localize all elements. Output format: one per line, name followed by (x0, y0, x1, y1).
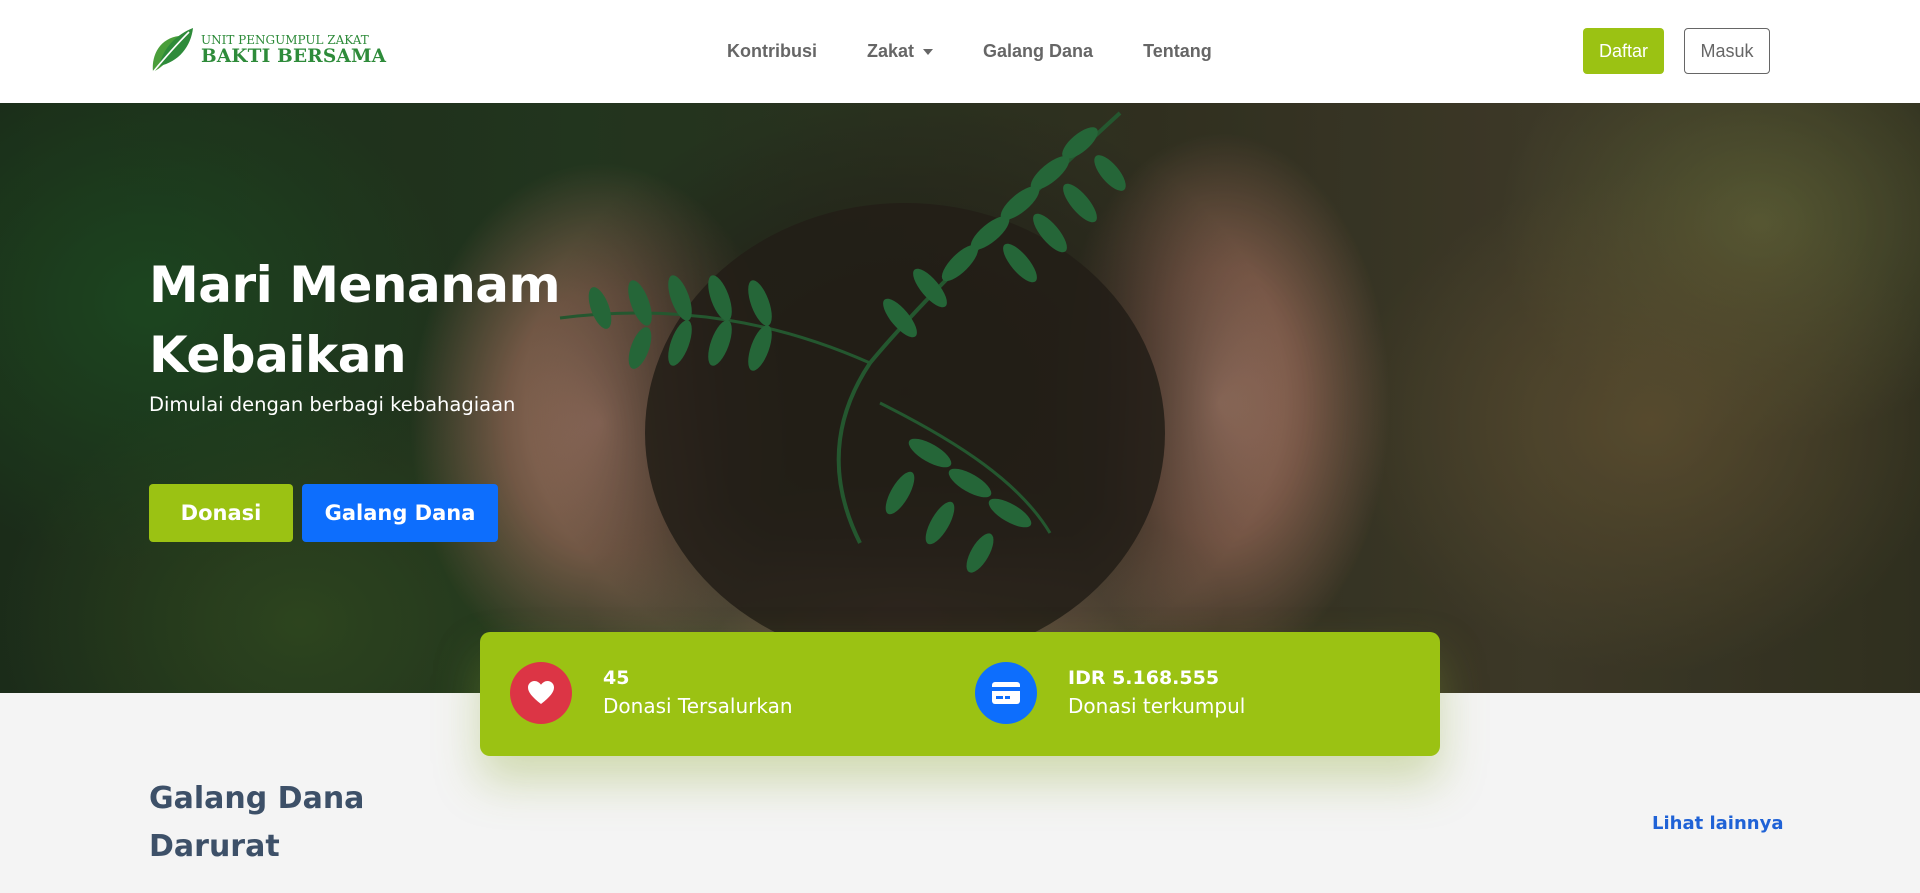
brand-logo[interactable]: UNIT PENGUMPUL ZAKAT BAKTI BERSAMA (149, 26, 386, 76)
stat-donations-collected: IDR 5.168.555 Donasi terkumpul (975, 662, 1245, 724)
heart-icon (510, 662, 572, 724)
credit-card-icon (975, 662, 1037, 724)
stat-label: Donasi terkumpul (1068, 694, 1246, 718)
hero-banner: Mari Menanam Kebaikan Dimulai dengan ber… (0, 103, 1920, 693)
register-button[interactable]: Daftar (1583, 28, 1664, 74)
stat-label: Donasi Tersalurkan (603, 694, 793, 718)
brand-name: BAKTI BERSAMA (201, 46, 387, 68)
hero-subtitle: Dimulai dengan berbagi kebahagiaan (149, 393, 516, 416)
fundraise-button[interactable]: Galang Dana (302, 484, 498, 542)
navbar: UNIT PENGUMPUL ZAKAT BAKTI BERSAMA Kontr… (0, 0, 1920, 103)
caret-down-icon (923, 48, 934, 55)
leaf-logo-icon (152, 28, 193, 73)
stat-value: IDR 5.168.555 (1068, 667, 1220, 689)
nav-item-tentang[interactable]: Tentang (1143, 41, 1212, 62)
nav-item-kontribusi[interactable]: Kontribusi (727, 41, 817, 62)
see-more-link[interactable]: Lihat lainnya (1652, 813, 1783, 834)
nav-item-galang-dana[interactable]: Galang Dana (983, 41, 1093, 62)
donate-button[interactable]: Donasi (149, 484, 293, 542)
section-title: Galang Dana Darurat (149, 781, 365, 864)
stats-card: 45 Donasi Tersalurkan IDR 5.168.555 Dona… (480, 632, 1440, 756)
hero-title: Mari Menanam Kebaikan (149, 256, 561, 384)
login-button[interactable]: Masuk (1684, 28, 1770, 74)
stat-donations-distributed: 45 Donasi Tersalurkan (510, 662, 793, 724)
main-nav: Kontribusi Zakat Galang Dana Tentang (727, 0, 1262, 103)
nav-item-zakat[interactable]: Zakat (867, 41, 934, 62)
nav-item-zakat-label: Zakat (867, 41, 915, 61)
stat-value: 45 (603, 667, 630, 689)
